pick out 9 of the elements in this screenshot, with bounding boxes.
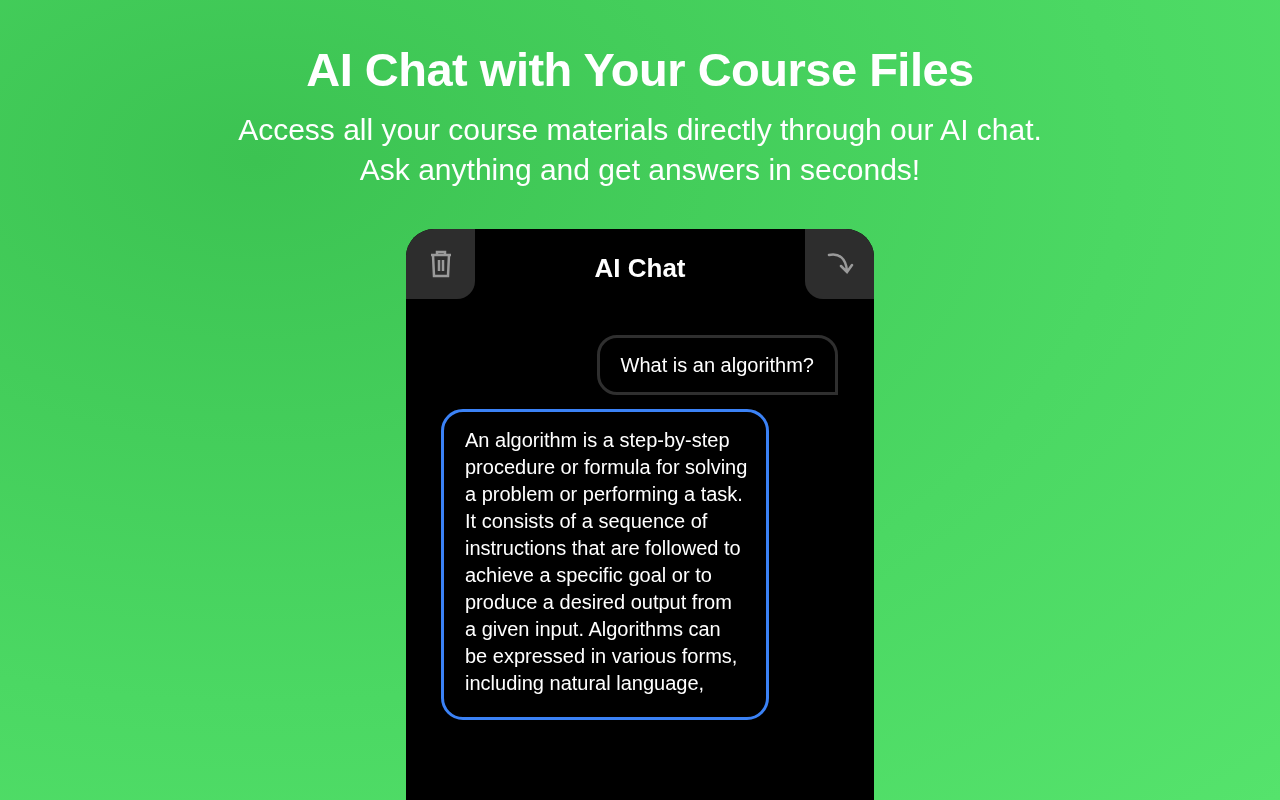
page-title: AI Chat with Your Course Files	[306, 44, 974, 96]
subtitle-line: Access all your course materials directly through our AI chat.	[238, 112, 1042, 148]
chat-title: AI Chat	[594, 252, 686, 285]
user-message: What is an algorithm?	[596, 335, 838, 395]
redo-button[interactable]	[805, 229, 874, 299]
subtitle-line: Ask anything and get answers in seconds!	[359, 152, 921, 188]
delete-button[interactable]	[406, 229, 475, 299]
assistant-message: An algorithm is a step-by-step procedure or formula for solving a problem or performing a task. It consists of a sequence of instructions that are followed to achieve a specific goal or to produce a desired output from a given input. Algorithms can be expressed in various forms, including natural language,	[441, 409, 769, 720]
trash-icon	[428, 250, 453, 278]
